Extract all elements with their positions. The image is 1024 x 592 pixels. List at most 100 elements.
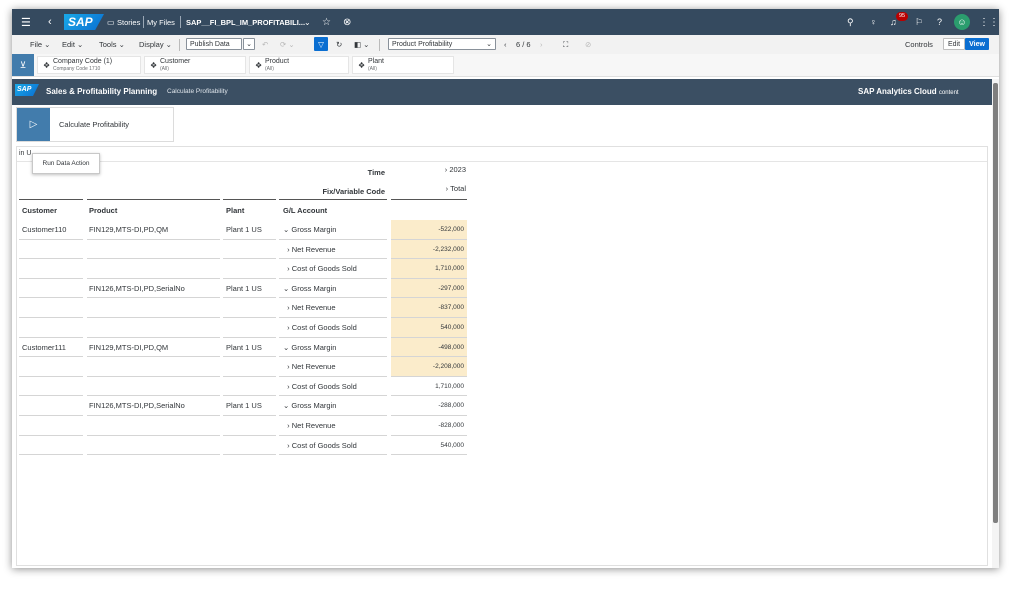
back-icon[interactable]: ‹ bbox=[48, 9, 52, 35]
story-content: ▷ Calculate Profitability in U Time › 20… bbox=[12, 105, 992, 568]
tools-menu[interactable]: Tools ⌄ bbox=[99, 35, 125, 54]
row-divider bbox=[279, 415, 387, 416]
bookmark-icon[interactable]: ◧ ⌄ bbox=[354, 35, 369, 54]
vertical-scrollbar[interactable] bbox=[992, 79, 999, 568]
filter-bar: ⊻ ❖ Company Code (1) Company Code 1710 ❖… bbox=[12, 54, 999, 77]
gl-account-cell[interactable]: › Net Revenue bbox=[283, 421, 335, 430]
stories-link[interactable]: Stories bbox=[117, 9, 140, 35]
row-divider bbox=[19, 297, 83, 299]
value-cell[interactable]: -2,232,000 bbox=[391, 239, 467, 259]
chevron-right-icon[interactable]: › bbox=[283, 264, 292, 273]
help-icon[interactable]: ? bbox=[937, 9, 942, 35]
page-header: SAP Sales & Profitability Planning Calcu… bbox=[12, 79, 992, 105]
publish-data-button[interactable]: Publish Data bbox=[186, 38, 242, 50]
gl-account-cell[interactable]: ⌄ Gross Margin bbox=[283, 343, 336, 352]
value-cell[interactable]: -288,000 bbox=[391, 396, 467, 415]
time-value[interactable]: › 2023 bbox=[392, 165, 466, 174]
row-divider bbox=[391, 454, 467, 456]
file-name[interactable]: SAP__FI_BPL_IM_PROFITABILI... bbox=[186, 9, 305, 35]
refresh-icon[interactable]: ↻ bbox=[336, 35, 342, 54]
file-menu[interactable]: File ⌄ bbox=[30, 35, 50, 54]
next-page-icon[interactable]: › bbox=[540, 35, 543, 54]
edit-mode-button[interactable]: Edit bbox=[943, 38, 965, 50]
fullscreen-icon[interactable]: ⛶ bbox=[563, 35, 568, 54]
gl-account-cell[interactable]: › Net Revenue bbox=[283, 362, 335, 371]
view-mode-button[interactable]: View bbox=[965, 38, 989, 50]
value-cell[interactable]: 540,000 bbox=[391, 436, 467, 455]
chevron-right-icon[interactable]: › bbox=[283, 382, 292, 391]
search-icon[interactable]: ⚲ bbox=[847, 9, 854, 35]
gl-account-cell[interactable]: › Net Revenue bbox=[283, 303, 335, 312]
row-divider bbox=[87, 317, 220, 318]
chevron-right-icon[interactable]: › bbox=[283, 323, 292, 332]
gl-account-cell[interactable]: ⌄ Gross Margin bbox=[283, 401, 336, 410]
filter-plant[interactable]: ❖ Plant (All) bbox=[352, 56, 454, 74]
chevron-right-icon[interactable]: › bbox=[283, 303, 292, 312]
gl-account-cell[interactable]: ⌄ Gross Margin bbox=[283, 284, 336, 293]
gl-account-cell[interactable]: ⌄ Gross Margin bbox=[283, 225, 336, 234]
col-product-header: Product bbox=[89, 206, 118, 215]
undo-icon[interactable]: ↶ bbox=[262, 35, 268, 54]
filter-product[interactable]: ❖ Product (All) bbox=[249, 56, 349, 74]
chevron-right-icon[interactable]: › bbox=[283, 245, 292, 254]
app-grid-icon[interactable]: ⋮⋮ bbox=[979, 9, 999, 35]
calculate-profitability-button[interactable]: ▷ Calculate Profitability bbox=[16, 107, 174, 142]
page-select[interactable]: Product Profitability ⌄ bbox=[388, 38, 496, 50]
gl-account-cell[interactable]: › Cost of Goods Sold bbox=[283, 382, 357, 391]
row-divider bbox=[223, 297, 276, 299]
value-cell[interactable]: -828,000 bbox=[391, 416, 467, 435]
display-menu[interactable]: Display ⌄ bbox=[139, 35, 172, 54]
product-cell: FIN129,MTS-DI,PD,QM bbox=[89, 225, 169, 234]
dimension-icon: ❖ bbox=[255, 61, 263, 70]
row-divider bbox=[87, 336, 220, 338]
filter-panel-icon[interactable]: ⊻ bbox=[12, 54, 34, 76]
filter-customer[interactable]: ❖ Customer (All) bbox=[144, 56, 246, 74]
fix-variable-value[interactable]: › Total bbox=[392, 184, 466, 193]
publish-dropdown-icon[interactable]: ⌄ bbox=[243, 38, 255, 50]
redo-icon[interactable]: ⟳ ⌄ bbox=[280, 35, 295, 54]
row-divider bbox=[87, 395, 220, 397]
page-subtitle: Calculate Profitability bbox=[167, 88, 228, 95]
chevron-right-icon[interactable]: › bbox=[283, 362, 292, 371]
plant-cell: Plant 1 US bbox=[226, 401, 262, 411]
filter-icon[interactable]: ▽ bbox=[314, 37, 328, 51]
chat-icon[interactable]: ⚐ bbox=[915, 9, 923, 35]
row-divider bbox=[279, 395, 387, 397]
close-circle-icon[interactable]: ⊗ bbox=[343, 9, 351, 35]
chevron-right-icon[interactable]: › bbox=[283, 441, 292, 450]
value-cell[interactable]: -2,208,000 bbox=[391, 357, 467, 377]
col-customer-header: Customer bbox=[22, 206, 58, 215]
avatar[interactable]: ☺ bbox=[954, 14, 970, 30]
value-cell[interactable]: 1,710,000 bbox=[391, 259, 467, 279]
value-cell[interactable]: 1,710,000 bbox=[391, 377, 467, 396]
check-circle-icon[interactable]: ⊘ bbox=[585, 35, 591, 54]
row-divider bbox=[19, 375, 83, 377]
row-divider bbox=[223, 238, 276, 240]
gl-account-cell[interactable]: › Cost of Goods Sold bbox=[283, 441, 357, 450]
controls-link[interactable]: Controls bbox=[905, 35, 933, 54]
gl-account-cell[interactable]: › Cost of Goods Sold bbox=[283, 264, 357, 273]
chevron-right-icon[interactable]: › bbox=[283, 421, 292, 430]
prev-page-icon[interactable]: ‹ bbox=[504, 35, 507, 54]
row-divider bbox=[87, 277, 220, 279]
profitability-table: in U Time › 2023 Fix/Variable Code › Tot… bbox=[16, 146, 988, 566]
row-divider bbox=[19, 454, 83, 456]
value-cell[interactable]: -498,000 bbox=[391, 337, 467, 357]
gl-account-cell[interactable]: › Cost of Goods Sold bbox=[283, 323, 357, 332]
scrollbar-thumb[interactable] bbox=[993, 83, 998, 523]
unit-label: in U bbox=[19, 150, 32, 157]
chevron-down-icon[interactable]: ⌄ bbox=[304, 9, 311, 35]
row-divider bbox=[223, 356, 276, 358]
filter-company-code[interactable]: ❖ Company Code (1) Company Code 1710 bbox=[37, 56, 141, 74]
value-cell[interactable]: -837,000 bbox=[391, 298, 467, 318]
value-cell[interactable]: -522,000 bbox=[391, 220, 467, 239]
value-cell[interactable]: -297,000 bbox=[391, 278, 467, 298]
edit-menu[interactable]: Edit ⌄ bbox=[62, 35, 83, 54]
gl-account-cell[interactable]: › Net Revenue bbox=[283, 245, 335, 254]
value-cell[interactable]: 540,000 bbox=[391, 318, 467, 337]
my-files-link[interactable]: My Files bbox=[147, 9, 175, 35]
star-icon[interactable]: ☆ bbox=[322, 9, 331, 35]
menu-icon[interactable]: ☰ bbox=[21, 9, 31, 35]
lightbulb-icon[interactable]: ♀ bbox=[870, 9, 877, 35]
bell-icon[interactable]: ♫ bbox=[890, 9, 897, 35]
